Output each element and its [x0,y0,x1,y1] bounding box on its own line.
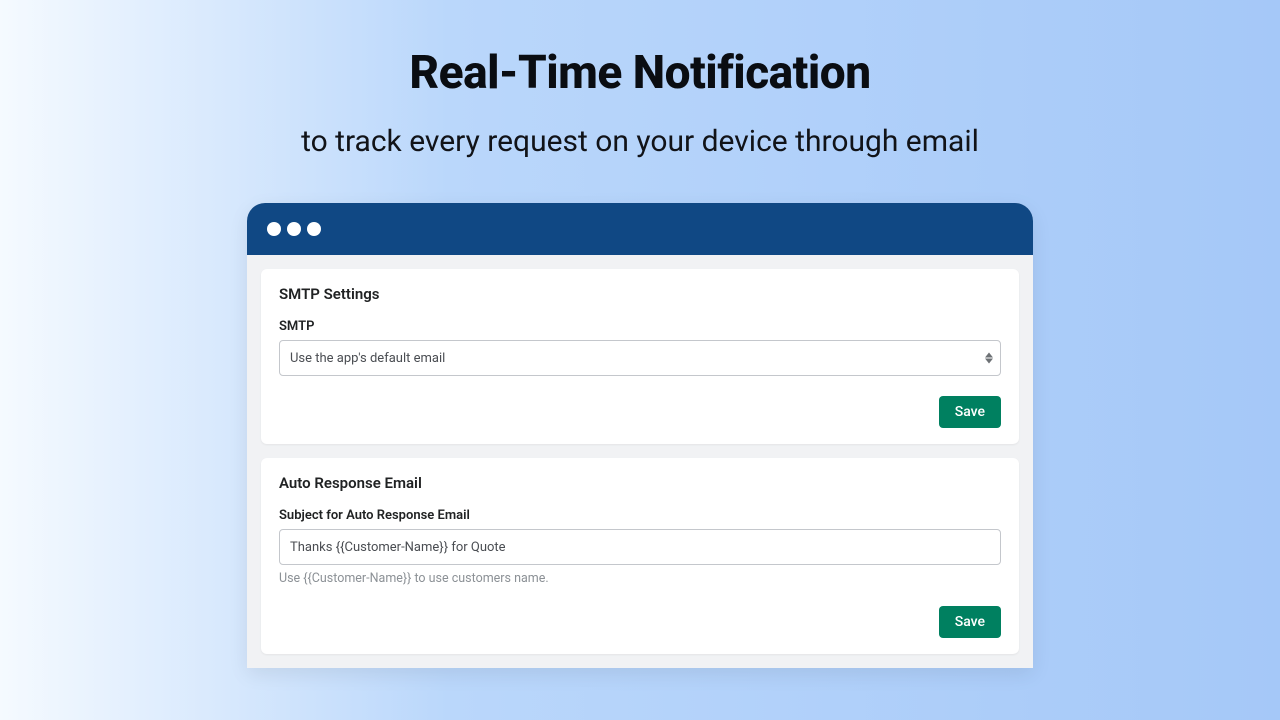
auto-help-text: Use {{Customer-Name}} to use customers n… [279,571,1001,586]
smtp-field-label: SMTP [279,319,1001,334]
window-dot-icon [267,222,281,236]
smtp-settings-card: SMTP Settings SMTP Save [261,269,1019,444]
smtp-select[interactable] [279,340,1001,376]
page-root: Real-Time Notification to track every re… [0,0,1280,720]
window-dot-icon [287,222,301,236]
smtp-select-wrap [279,340,1001,376]
auto-save-button[interactable]: Save [939,606,1001,638]
smtp-save-button[interactable]: Save [939,396,1001,428]
auto-subject-label: Subject for Auto Response Email [279,508,1001,523]
auto-subject-input[interactable] [279,529,1001,565]
auto-response-card: Auto Response Email Subject for Auto Res… [261,458,1019,654]
smtp-card-heading: SMTP Settings [279,285,1001,303]
auto-card-heading: Auto Response Email [279,474,1001,492]
auto-card-actions: Save [279,606,1001,638]
window-dot-icon [307,222,321,236]
window-body: SMTP Settings SMTP Save Auto Response Em… [247,255,1033,668]
window-titlebar [247,203,1033,255]
page-title: Real-Time Notification [0,46,1280,100]
smtp-card-actions: Save [279,396,1001,428]
page-subtitle: to track every request on your device th… [0,124,1280,159]
app-window: SMTP Settings SMTP Save Auto Response Em… [247,203,1033,668]
